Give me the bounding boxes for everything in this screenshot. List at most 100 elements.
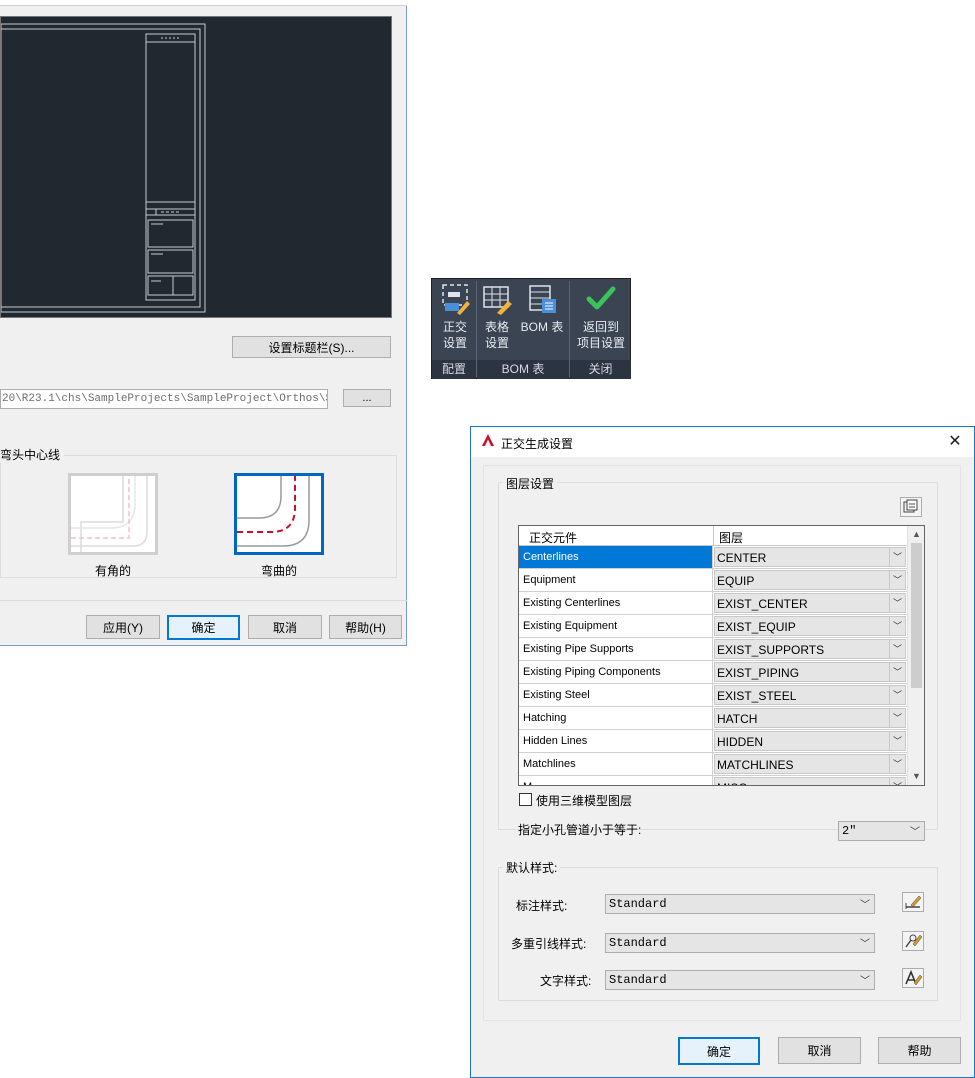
table-row[interactable]: Centerlines CENTER ﹀ bbox=[519, 546, 907, 569]
chevron-down-icon[interactable]: ﹀ bbox=[889, 755, 905, 773]
layer-select-cell[interactable]: HATCH ﹀ bbox=[714, 708, 906, 728]
small-bore-select[interactable]: 2" ﹀ bbox=[838, 821, 925, 841]
cancel-button[interactable]: 取消 bbox=[778, 1037, 861, 1064]
layer-select-cell[interactable]: MISC ﹀ bbox=[714, 777, 906, 785]
cancel-button[interactable]: 取消 bbox=[248, 615, 322, 639]
bom-table-button[interactable]: BOM 表 bbox=[517, 283, 567, 335]
use-3d-layers-label: 使用三维模型图层 bbox=[536, 794, 633, 808]
layer-value: CENTER bbox=[717, 551, 767, 565]
orthographic-settings-dialog-partial: 设置标题栏(S)... 20\R23.1\chs\SampleProjects\… bbox=[0, 0, 407, 646]
table-row[interactable]: Hatching HATCH ﹀ bbox=[519, 707, 907, 730]
table-row[interactable]: M... MISC ﹀ bbox=[519, 776, 907, 785]
component-name-cell[interactable]: Equipment bbox=[519, 569, 713, 591]
chevron-down-icon[interactable]: ﹀ bbox=[889, 571, 905, 589]
layer-manager-button[interactable] bbox=[900, 497, 922, 517]
component-name-cell[interactable]: Hidden Lines bbox=[519, 730, 713, 752]
component-name-cell[interactable]: Existing Piping Components bbox=[519, 661, 713, 683]
close-icon[interactable]: ✕ bbox=[944, 431, 966, 453]
ok-button[interactable]: 确定 bbox=[678, 1037, 760, 1065]
ribbon-group-close: 返回到 项目设置 关闭 bbox=[570, 279, 631, 379]
table-settings-icon bbox=[483, 286, 512, 315]
curved-elbow-icon bbox=[237, 476, 310, 547]
footer-divider bbox=[0, 600, 407, 601]
bom-table-label: BOM 表 bbox=[520, 320, 564, 334]
chevron-down-icon[interactable]: ﹀ bbox=[889, 686, 905, 704]
scroll-up-icon[interactable]: ▲ bbox=[908, 526, 924, 543]
return-to-project-settings-button[interactable]: 返回到 项目设置 bbox=[572, 283, 630, 351]
return-label-2: 项目设置 bbox=[576, 336, 625, 350]
chevron-down-icon[interactable]: ﹀ bbox=[889, 594, 905, 612]
table-row[interactable]: Existing Steel EXIST_STEEL ﹀ bbox=[519, 684, 907, 707]
component-name-cell[interactable]: Existing Centerlines bbox=[519, 592, 713, 614]
ribbon-group-title-close: 关闭 bbox=[570, 360, 631, 379]
set-titleblock-button[interactable]: 设置标题栏(S)... bbox=[232, 336, 391, 358]
layer-select-cell[interactable]: EXIST_STEEL ﹀ bbox=[714, 685, 906, 705]
elbow-curved-option[interactable] bbox=[234, 473, 324, 555]
column-divider bbox=[713, 526, 714, 546]
text-style-select[interactable]: Standard ﹀ bbox=[605, 970, 875, 990]
component-name-cell[interactable]: Existing Pipe Supports bbox=[519, 638, 713, 660]
table-row[interactable]: Equipment EQUIP ﹀ bbox=[519, 569, 907, 592]
bom-table-icon bbox=[529, 285, 556, 313]
chevron-down-icon[interactable]: ﹀ bbox=[889, 640, 905, 658]
dimension-style-icon bbox=[905, 895, 922, 909]
help-button[interactable]: 帮助(H) bbox=[329, 615, 402, 639]
table-row[interactable]: Existing Piping Components EXIST_PIPING ﹀ bbox=[519, 661, 907, 684]
layer-select-cell[interactable]: EXIST_PIPING ﹀ bbox=[714, 662, 906, 682]
elbow-angled-option[interactable] bbox=[68, 473, 158, 555]
chevron-down-icon[interactable]: ﹀ bbox=[889, 709, 905, 727]
layer-select-cell[interactable]: EXIST_SUPPORTS ﹀ bbox=[714, 639, 906, 659]
dim-style-select[interactable]: Standard ﹀ bbox=[605, 894, 875, 914]
column-header-layer: 图层 bbox=[719, 531, 744, 545]
help-button[interactable]: 帮助 bbox=[878, 1037, 961, 1064]
component-name-cell[interactable]: Existing Steel bbox=[519, 684, 713, 706]
scrollbar-thumb[interactable] bbox=[911, 543, 922, 688]
style-path-field[interactable]: 20\R23.1\chs\SampleProjects\SampleProjec… bbox=[0, 389, 328, 409]
component-name-cell[interactable]: M... bbox=[519, 776, 713, 785]
browse-button[interactable]: ... bbox=[343, 389, 391, 407]
chevron-down-icon[interactable]: ﹀ bbox=[889, 617, 905, 635]
dim-style-edit-button[interactable] bbox=[902, 892, 924, 912]
table-row[interactable]: Existing Pipe Supports EXIST_SUPPORTS ﹀ bbox=[519, 638, 907, 661]
apply-button[interactable]: 应用(Y) bbox=[86, 615, 160, 639]
vertical-scrollbar[interactable]: ▲ ▼ bbox=[907, 526, 924, 785]
table-row[interactable]: Hidden Lines HIDDEN ﹀ bbox=[519, 730, 907, 753]
table-row[interactable]: Matchlines MATCHLINES ﹀ bbox=[519, 753, 907, 776]
layer-select-cell[interactable]: EXIST_CENTER ﹀ bbox=[714, 593, 906, 613]
chevron-down-icon[interactable]: ﹀ bbox=[889, 732, 905, 750]
table-settings-label-2: 设置 bbox=[484, 336, 509, 350]
layer-select-cell[interactable]: HIDDEN ﹀ bbox=[714, 731, 906, 751]
component-name-cell[interactable]: Hatching bbox=[519, 707, 713, 729]
scroll-down-icon[interactable]: ▼ bbox=[908, 768, 924, 785]
component-name-cell[interactable]: Existing Equipment bbox=[519, 615, 713, 637]
chevron-down-icon[interactable]: ﹀ bbox=[889, 778, 905, 785]
component-name-cell[interactable]: Matchlines bbox=[519, 753, 713, 775]
chevron-down-icon[interactable]: ﹀ bbox=[889, 663, 905, 681]
component-name-cell[interactable]: Centerlines bbox=[519, 546, 713, 568]
elbow-centerline-label: 弯头中心线 bbox=[0, 446, 65, 463]
settings-panel: 图层设置 正交元件 图层 Centerlines CENTER ﹀ Equipment… bbox=[483, 465, 961, 1021]
multileader-style-icon bbox=[905, 934, 923, 948]
layer-select-cell[interactable]: EXIST_EQUIP ﹀ bbox=[714, 616, 906, 636]
layer-select-cell[interactable]: EQUIP ﹀ bbox=[714, 570, 906, 590]
dim-style-label: 标注样式: bbox=[516, 899, 568, 913]
table-body: Centerlines CENTER ﹀ Equipment EQUIP ﹀ Existin… bbox=[519, 546, 907, 785]
ribbon-panel: 正交 设置 配置 表格 设置 BOM 表 BOM 表 返回到 项目设置 关闭 bbox=[431, 278, 631, 379]
ok-button[interactable]: 确定 bbox=[167, 615, 240, 640]
layer-value: EXIST_SUPPORTS bbox=[717, 643, 825, 657]
mleader-style-select[interactable]: Standard ﹀ bbox=[605, 933, 875, 953]
ortho-settings-label-2: 设置 bbox=[442, 336, 467, 350]
elbow-angled-label: 有角的 bbox=[94, 564, 131, 578]
layer-select-cell[interactable]: MATCHLINES ﹀ bbox=[714, 754, 906, 774]
ortho-settings-button[interactable]: 正交 设置 bbox=[436, 283, 474, 351]
chevron-down-icon: ﹀ bbox=[860, 901, 870, 912]
layer-select-cell[interactable]: CENTER ﹀ bbox=[714, 547, 906, 567]
table-row[interactable]: Existing Centerlines EXIST_CENTER ﹀ bbox=[519, 592, 907, 615]
small-bore-value: 2" bbox=[842, 824, 857, 838]
table-row[interactable]: Existing Equipment EXIST_EQUIP ﹀ bbox=[519, 615, 907, 638]
chevron-down-icon[interactable]: ﹀ bbox=[889, 548, 905, 566]
use-3d-layers-checkbox[interactable] bbox=[519, 793, 532, 806]
table-settings-button[interactable]: 表格 设置 bbox=[479, 283, 515, 351]
text-style-edit-button[interactable] bbox=[902, 968, 924, 988]
mleader-style-edit-button[interactable] bbox=[902, 931, 924, 951]
